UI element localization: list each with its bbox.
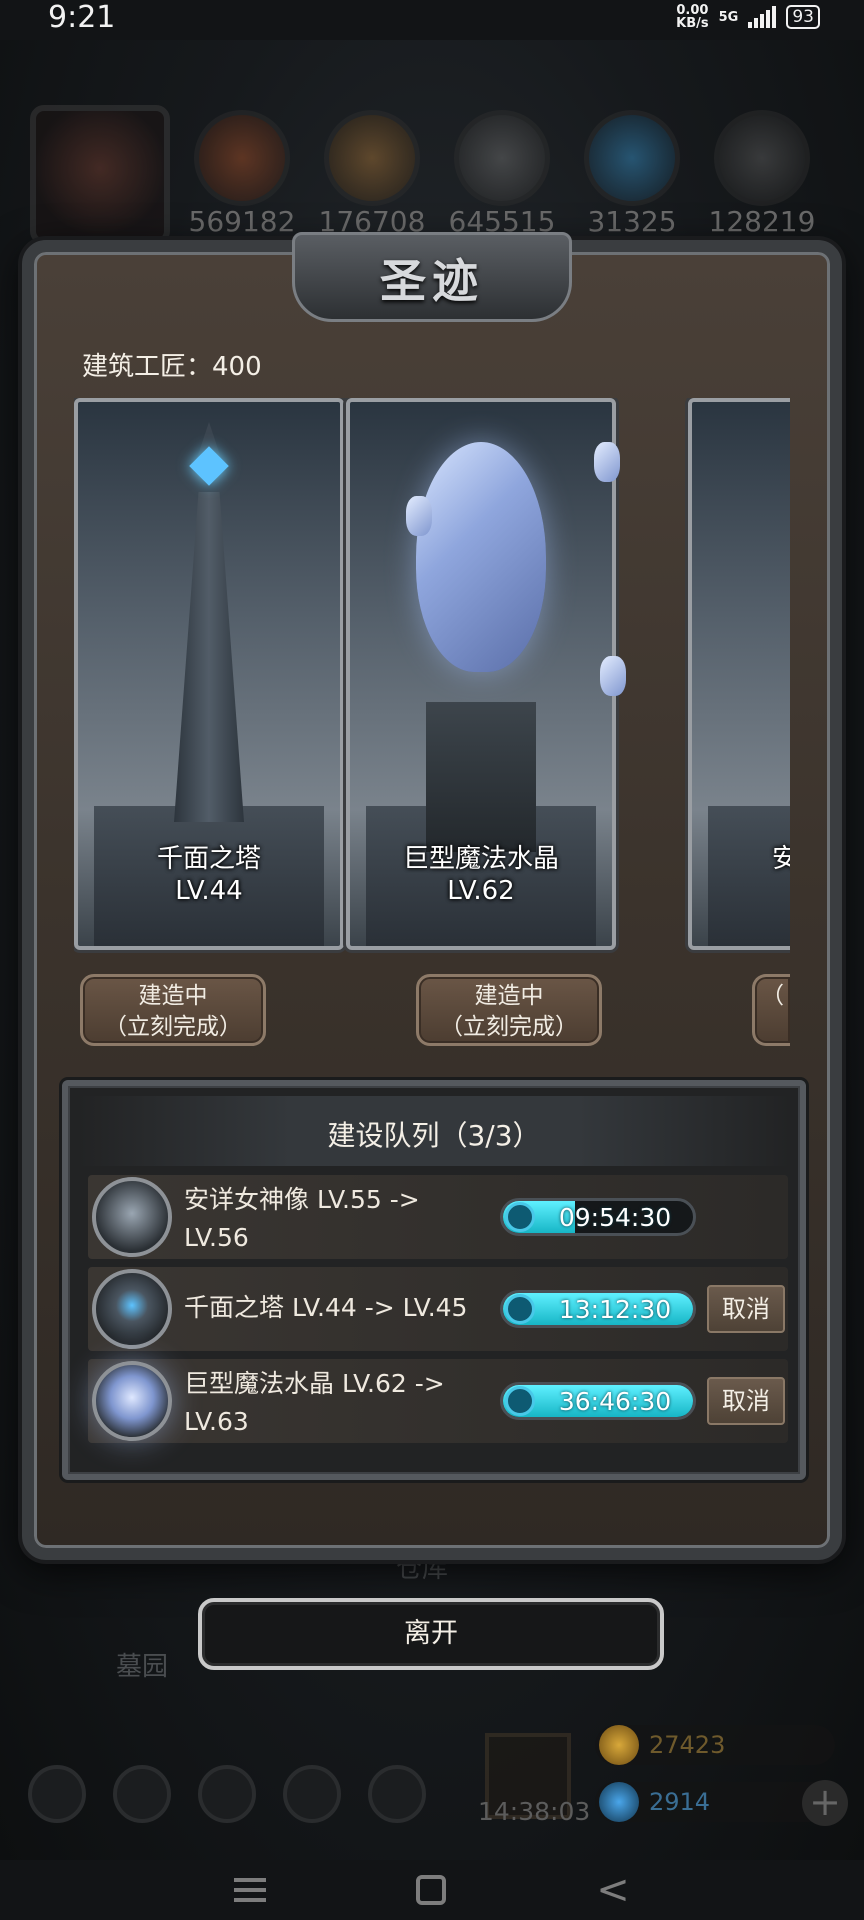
instant-complete-button[interactable]: （ [752,974,790,1046]
build-queue-panel: 建设队列（3/3） 安详女神像 LV.55 -> LV.56 09:54:30 … [62,1080,806,1480]
cemetery-label: 墓园 [116,1652,169,1682]
building-level: LV.44 [175,876,243,906]
status-time: 9:21 [48,0,116,35]
navigation-bar: < [0,1860,864,1920]
builder-count: 建筑工匠：400 [82,352,262,382]
building-name: 千面之塔 [156,844,261,874]
floating-shard [600,656,626,696]
resource-value: 31325 [587,205,677,238]
clock-icon [505,1386,535,1416]
gold-coin-icon [599,1725,639,1765]
gold-counter: 27423 [595,1725,835,1765]
signal-icon [748,6,777,28]
shield-icon[interactable] [368,1765,426,1823]
building-name: 巨型魔法水晶 [402,844,559,874]
crystal-illustration [416,442,546,672]
mail-icon[interactable] [283,1765,341,1823]
resource-stone-icon [714,110,810,206]
gem-icon [599,1782,639,1822]
status-bar: 9:21 0.00 KB/s 5G 93 [0,0,864,40]
modal-title: 圣迹 [380,254,484,308]
queue-item-label: 千面之塔 LV.44 -> LV.45 [184,1293,468,1322]
queue-title: 建设队列（3/3） [327,1119,541,1152]
building-card[interactable]: 千面之塔 LV.44 [74,398,344,950]
castle-icon[interactable] [198,1765,256,1823]
resource-crystal-icon [584,110,680,206]
menu-icon[interactable] [234,1878,267,1902]
cancel-button[interactable]: 取消 [707,1377,785,1425]
instant-complete-button[interactable]: 建造中 （立刻完成） [416,974,602,1046]
status-indicators: 0.00 KB/s 5G 93 [676,4,820,30]
crystal-pedestal [426,702,536,852]
gift-timer: 14:38:03 [478,1797,591,1826]
instant-complete-button[interactable]: 建造中 （立刻完成） [80,974,266,1046]
statue-base [708,806,790,946]
back-icon[interactable]: < [596,1870,630,1910]
clock-icon [505,1202,535,1232]
floating-shard [594,442,620,482]
queue-item-label: 安详女神像 LV.55 -> LV.56 [184,1185,420,1252]
signal-type: 5G [718,9,739,25]
settings-icon[interactable] [28,1765,86,1823]
building-level: LV.62 [447,876,515,906]
resource-value: 569182 [188,205,296,238]
queue-row: 安详女神像 LV.55 -> LV.56 09:54:30 [88,1175,788,1259]
hero-icon[interactable] [113,1765,171,1823]
player-avatar[interactable] [30,105,170,245]
home-icon[interactable] [416,1875,447,1905]
building-carousel[interactable]: 千面之塔 LV.44 巨型魔法水晶 LV.62 安 [74,398,790,960]
resource-wood-icon [324,110,420,206]
floating-shard [406,496,432,536]
building-card[interactable]: 巨型魔法水晶 LV.62 [346,398,626,950]
resource-meat-icon [194,110,290,206]
queue-item-label: 巨型魔法水晶 LV.62 -> LV.63 [184,1369,445,1436]
bottom-menu [28,1765,426,1823]
queue-row: 巨型魔法水晶 LV.62 -> LV.63 36:46:30 取消 [88,1359,788,1443]
building-card[interactable]: 安 [688,398,790,950]
tower-illustration [174,492,244,822]
cancel-button[interactable]: 取消 [707,1285,785,1333]
leave-button[interactable]: 离开 [198,1598,664,1670]
resource-value: 128219 [708,205,816,238]
queue-timer: 13:12:30 [500,1290,696,1328]
tower-icon [92,1269,172,1349]
add-gems-button[interactable]: + [802,1780,848,1826]
resource-iron-icon [454,110,550,206]
goddess-statue-icon [92,1177,172,1257]
gem-counter: 2914 [595,1782,835,1822]
building-name: 安 [772,844,790,874]
clock-icon [505,1294,535,1324]
battery-icon: 93 [786,5,820,29]
network-speed: 0.00 KB/s [676,3,709,31]
queue-timer: 36:46:30 [500,1382,696,1420]
crystal-icon [92,1361,172,1441]
queue-row: 千面之塔 LV.44 -> LV.45 13:12:30 取消 [88,1267,788,1351]
queue-timer: 09:54:30 [500,1198,696,1236]
